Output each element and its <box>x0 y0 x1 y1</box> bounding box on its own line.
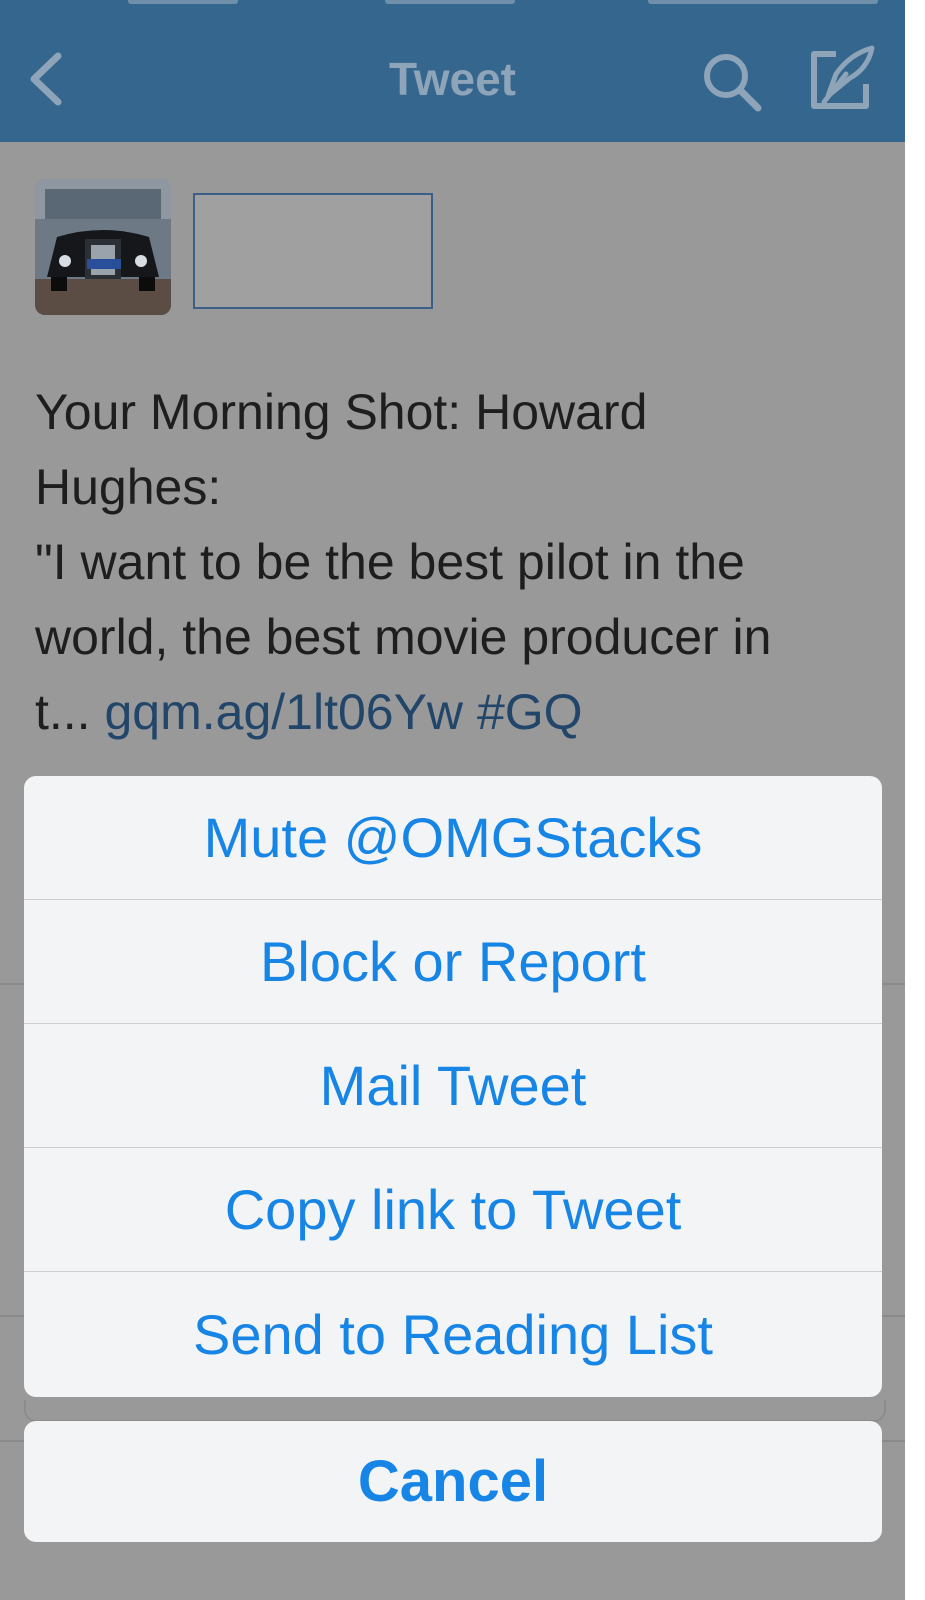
tweet-text-line: t... gqm.ag/1lt06Yw #GQ <box>35 675 875 750</box>
search-icon[interactable] <box>700 50 764 114</box>
tweet-text: Your Morning Shot: Howard Hughes: "I wan… <box>35 375 875 750</box>
tweet-text-prefix: t... <box>35 684 91 740</box>
cancel-button[interactable]: Cancel <box>24 1421 882 1542</box>
reply-box <box>24 1400 886 1422</box>
avatar[interactable] <box>35 179 171 315</box>
tweet-text-line: "I want to be the best pilot in the <box>35 534 745 590</box>
status-bar <box>0 0 905 8</box>
app-screen: Tweet Your Morning Shot: Howard Hughes: … <box>0 0 905 1600</box>
nav-title: Tweet <box>389 53 516 105</box>
tweet-link[interactable]: gqm.ag/1lt06Yw <box>104 684 463 740</box>
compose-icon[interactable] <box>806 44 878 116</box>
tweet-text-line: Your Morning Shot: Howard <box>35 384 648 440</box>
tweet-hashtag[interactable]: #GQ <box>477 684 583 740</box>
tweet-text-line: world, the best movie producer in <box>35 609 772 665</box>
mail-tweet-button[interactable]: Mail Tweet <box>24 1024 882 1148</box>
page-margin <box>905 0 925 1600</box>
send-to-reading-list-button[interactable]: Send to Reading List <box>24 1272 882 1397</box>
redacted-username-box <box>193 193 433 309</box>
nav-bar: Tweet <box>0 0 905 142</box>
copy-link-button[interactable]: Copy link to Tweet <box>24 1148 882 1272</box>
action-sheet: Mute @OMGStacks Block or Report Mail Twe… <box>24 776 882 1397</box>
block-or-report-button[interactable]: Block or Report <box>24 900 882 1024</box>
tweet-text-line: Hughes: <box>35 459 222 515</box>
mute-user-button[interactable]: Mute @OMGStacks <box>24 776 882 900</box>
